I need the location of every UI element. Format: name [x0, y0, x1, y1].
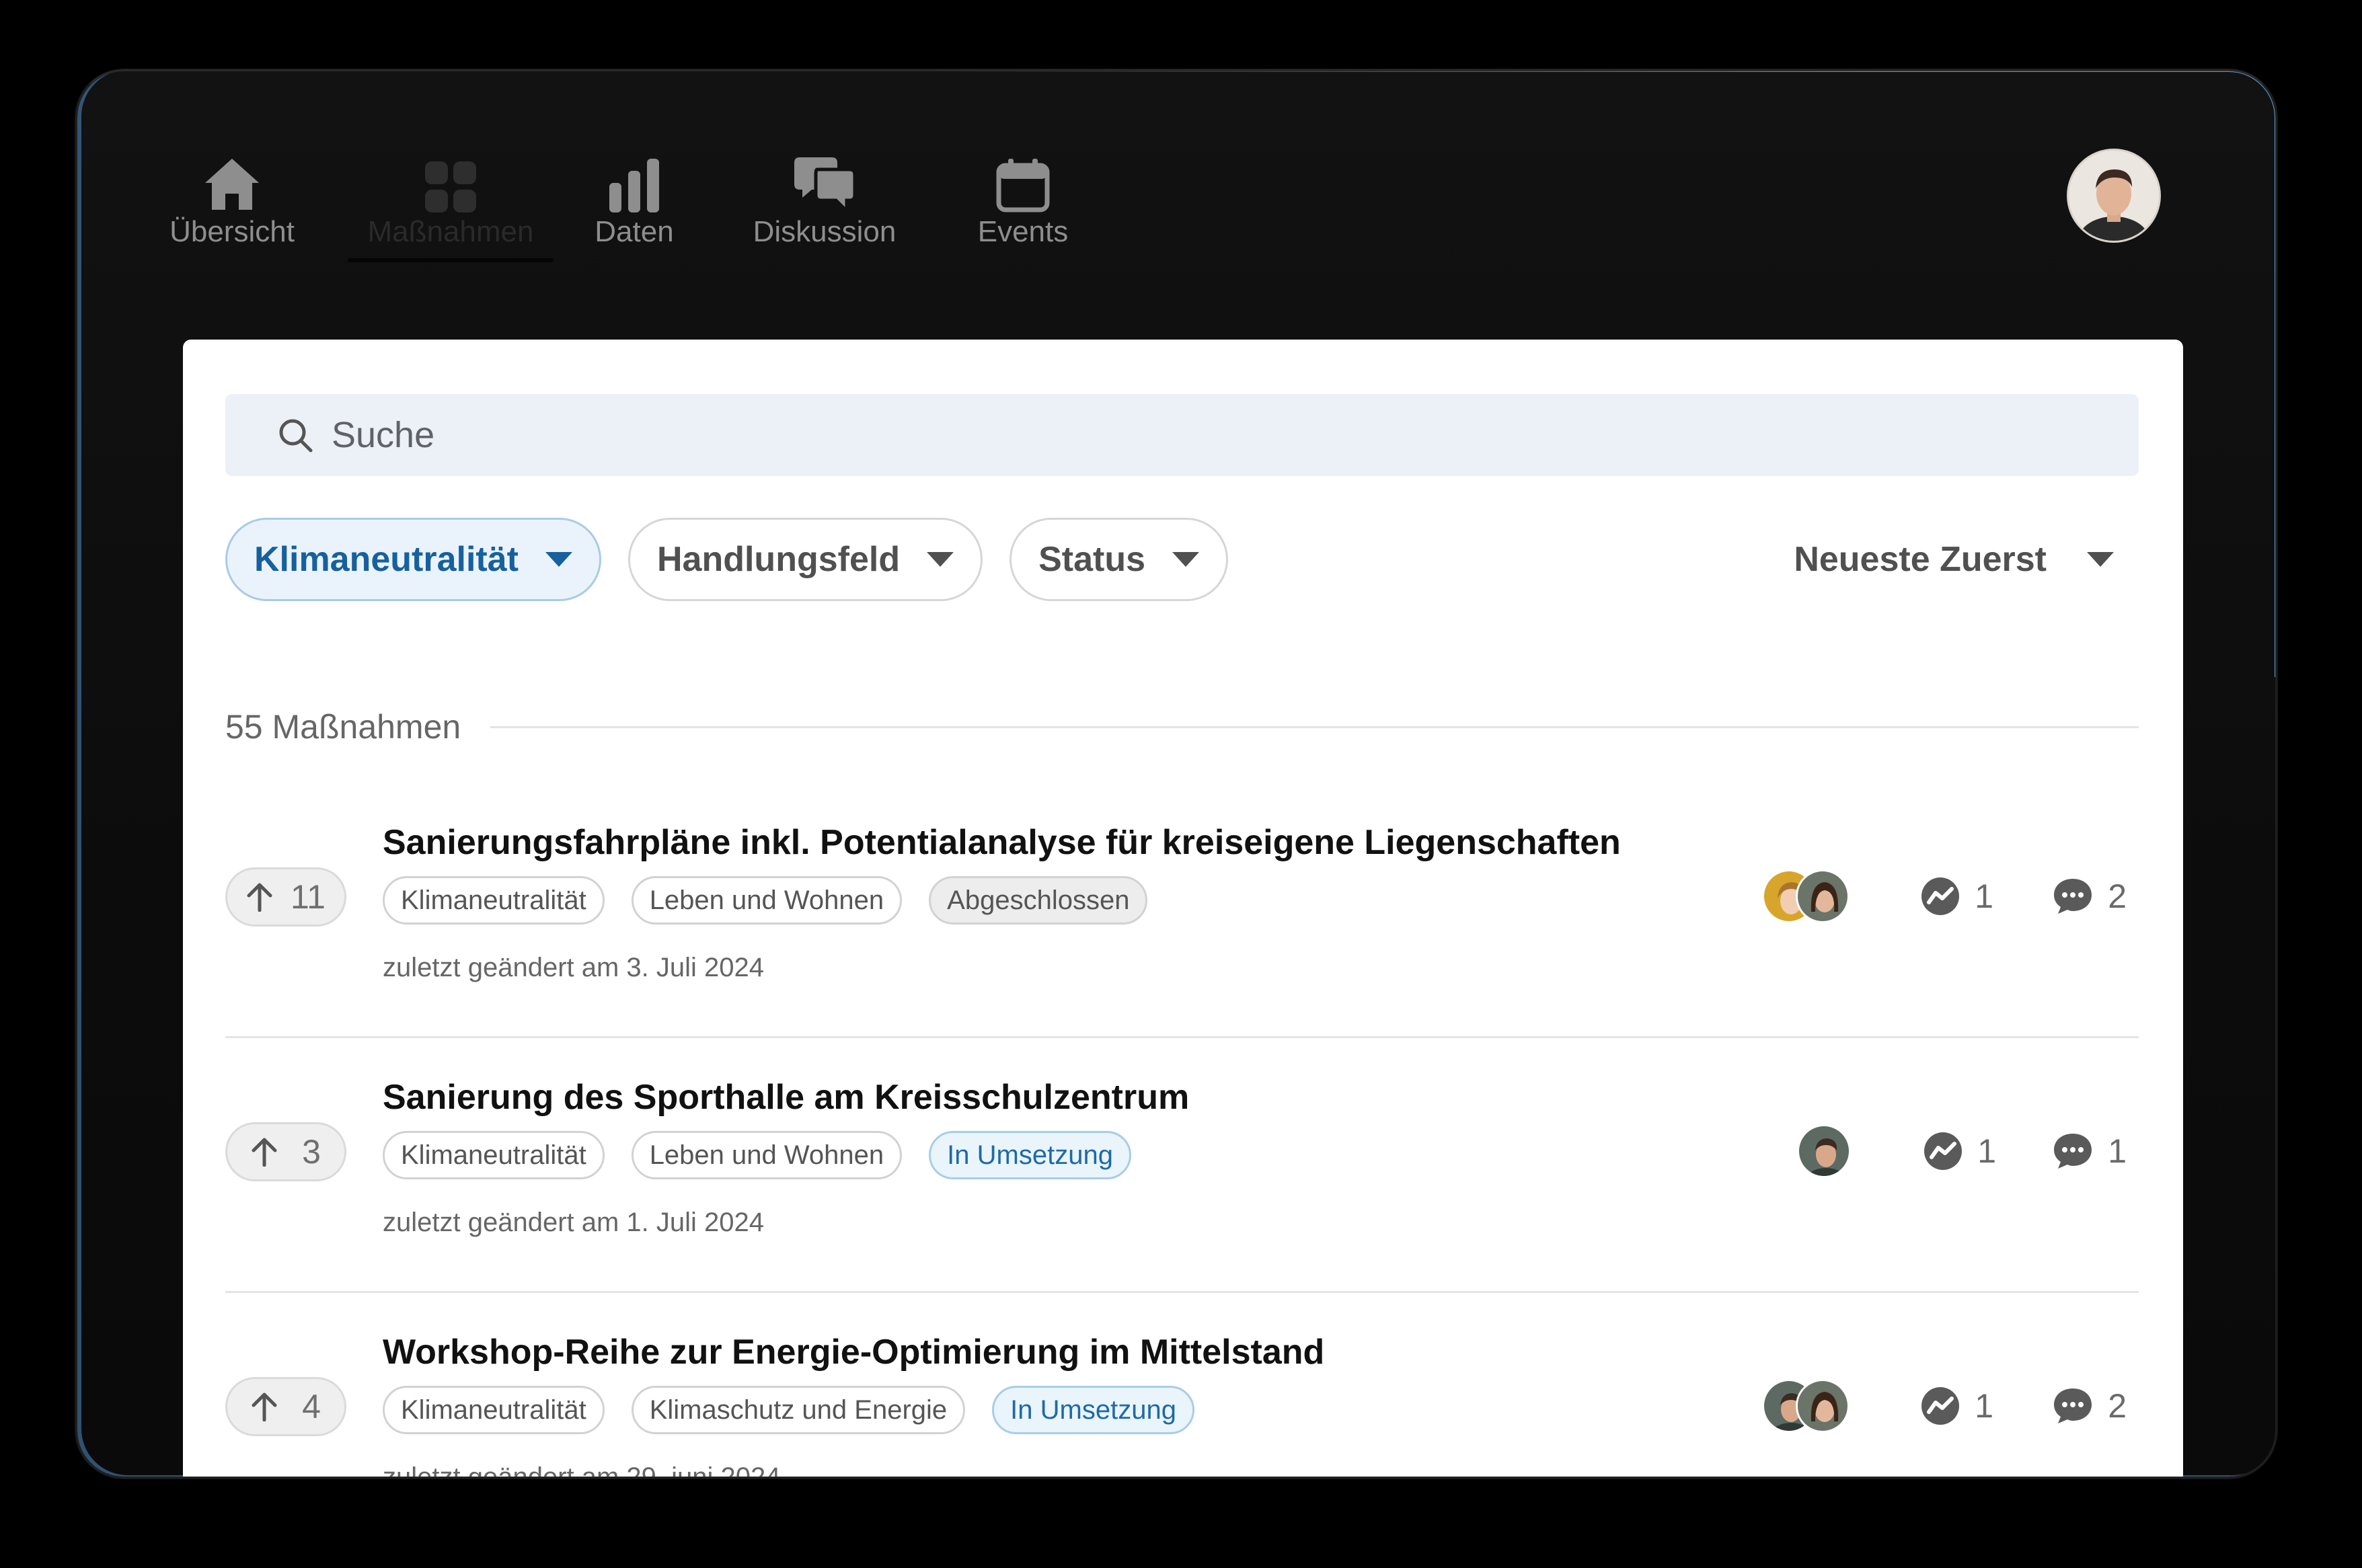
activity-count: 1 [1975, 1387, 1993, 1425]
tag: Klimaschutz und Energie [631, 1386, 966, 1434]
chat-bubbles-icon [794, 139, 855, 212]
arrow-up-icon [247, 883, 272, 912]
activity-count: 1 [1977, 1132, 1996, 1170]
comments-stat[interactable]: 2 [2053, 869, 2127, 923]
status-badge: In Umsetzung [992, 1386, 1194, 1434]
nav-label: Maßnahmen [367, 215, 534, 248]
filter-bar: Klimaneutralität Handlungsfeld Status [225, 518, 1255, 601]
app-window: Übersicht Maßnahmen Daten Diskussion Eve… [75, 69, 2277, 1479]
list-item[interactable]: 3 Sanierung des Sporthalle am Kreisschul… [225, 1038, 2139, 1293]
item-title[interactable]: Workshop-Reihe zur Energie-Optimierung i… [383, 1332, 1324, 1372]
result-count-row: 55 Maßnahmen [225, 707, 2139, 747]
tag: Leben und Wohnen [631, 1131, 903, 1179]
nav-label: Events [977, 215, 1069, 248]
contributor-avatars [1797, 1124, 1851, 1178]
search-icon [279, 419, 313, 453]
activity-trend-icon [1924, 1132, 1963, 1170]
comment-count: 2 [2108, 1387, 2127, 1425]
nav-label: Daten [595, 215, 674, 248]
vote-count: 4 [302, 1388, 321, 1425]
tag-list: Klimaneutralität Leben und Wohnen Abgesc… [383, 876, 1174, 925]
upvote-button[interactable]: 11 [225, 867, 346, 927]
measures-panel: Klimaneutralität Handlungsfeld Status Ne… [183, 340, 2183, 1479]
avatar [1796, 869, 1850, 923]
list-item[interactable]: 4 Workshop-Reihe zur Energie-Optimierung… [225, 1293, 2139, 1479]
caret-down-icon [927, 552, 954, 567]
filter-label: Status [1038, 540, 1146, 579]
status-badge: Abgeschlossen [929, 876, 1148, 925]
bar-chart-icon [609, 139, 659, 212]
avatar [1796, 1379, 1850, 1433]
sort-dropdown[interactable]: Neueste Zuerst [1794, 518, 2141, 601]
tag: Klimaneutralität [383, 1131, 605, 1179]
tag: Leben und Wohnen [631, 876, 903, 925]
item-title[interactable]: Sanierungsfahrpläne inkl. Potentialanaly… [383, 822, 1621, 863]
tag-list: Klimaneutralität Leben und Wohnen In Ums… [383, 1131, 1158, 1179]
item-title[interactable]: Sanierung des Sporthalle am Kreisschulze… [383, 1077, 1189, 1118]
tag-list: Klimaneutralität Klimaschutz und Energie… [383, 1386, 1221, 1434]
home-icon [202, 139, 262, 212]
nav-item-daten[interactable]: Daten [593, 139, 676, 249]
calendar-icon [996, 139, 1050, 212]
last-modified: zuletzt geändert am 1. Juli 2024 [383, 1208, 765, 1237]
nav-item-events[interactable]: Events [976, 139, 1070, 249]
caret-down-icon [1172, 552, 1200, 567]
filter-handlungsfeld-dropdown[interactable]: Handlungsfeld [627, 518, 983, 601]
search-input[interactable] [330, 414, 2082, 457]
comment-count: 2 [2108, 877, 2127, 915]
last-modified: zuletzt geändert am 29. juni 2024 [383, 1462, 781, 1479]
vote-count: 11 [291, 878, 326, 916]
nav-label: Diskussion [753, 215, 897, 248]
comment-icon [2054, 1134, 2092, 1169]
active-tab-indicator [348, 258, 554, 262]
contributor-avatars [1762, 869, 1850, 923]
arrow-up-icon [252, 1138, 277, 1167]
vote-count: 3 [302, 1133, 321, 1171]
comment-icon [2054, 879, 2092, 914]
activity-count: 1 [1975, 877, 1993, 915]
status-badge: In Umsetzung [929, 1131, 1131, 1179]
nav-item-uebersicht[interactable]: Übersicht [165, 139, 299, 249]
arrow-up-icon [252, 1393, 277, 1421]
contributor-avatars [1762, 1379, 1850, 1433]
search-bar [225, 394, 2139, 476]
divider [490, 726, 2139, 728]
filter-label: Handlungsfeld [656, 540, 901, 579]
list-item[interactable]: 11 Sanierungsfahrpläne inkl. Potentialan… [225, 783, 2139, 1038]
activity-stat: 1 [1923, 1124, 1996, 1178]
user-avatar[interactable] [2067, 149, 2161, 243]
nav-item-massnahmen[interactable]: Maßnahmen [348, 139, 554, 262]
comments-stat[interactable]: 1 [2053, 1124, 2127, 1178]
activity-trend-icon [1921, 877, 1960, 915]
measures-list: 11 Sanierungsfahrpläne inkl. Potentialan… [225, 783, 2139, 1479]
upvote-button[interactable]: 3 [225, 1122, 346, 1181]
upvote-button[interactable]: 4 [225, 1377, 346, 1436]
comment-icon [2054, 1388, 2092, 1423]
nav-item-diskussion[interactable]: Diskussion [750, 139, 899, 249]
caret-down-icon [2087, 552, 2114, 567]
result-count: 55 Maßnahmen [225, 708, 461, 746]
filter-status-dropdown[interactable]: Status [1009, 518, 1229, 601]
avatar [1797, 1124, 1851, 1178]
tag: Klimaneutralität [383, 1386, 605, 1434]
top-navigation: Übersicht Maßnahmen Daten Diskussion Eve… [165, 139, 1070, 262]
sort-label: Neueste Zuerst [1794, 540, 2047, 579]
nav-label: Übersicht [169, 215, 295, 248]
grid-icon [425, 139, 476, 212]
caret-down-icon [545, 552, 572, 567]
comment-count: 1 [2108, 1132, 2127, 1170]
activity-stat: 1 [1921, 1379, 1993, 1433]
activity-trend-icon [1921, 1387, 1960, 1425]
last-modified: zuletzt geändert am 3. Juli 2024 [383, 953, 765, 982]
comments-stat[interactable]: 2 [2053, 1379, 2127, 1433]
tag: Klimaneutralität [383, 876, 605, 925]
filter-klimaneutralitaet-dropdown[interactable]: Klimaneutralität [225, 518, 601, 601]
activity-stat: 1 [1921, 869, 1993, 923]
filter-label: Klimaneutralität [254, 540, 519, 579]
